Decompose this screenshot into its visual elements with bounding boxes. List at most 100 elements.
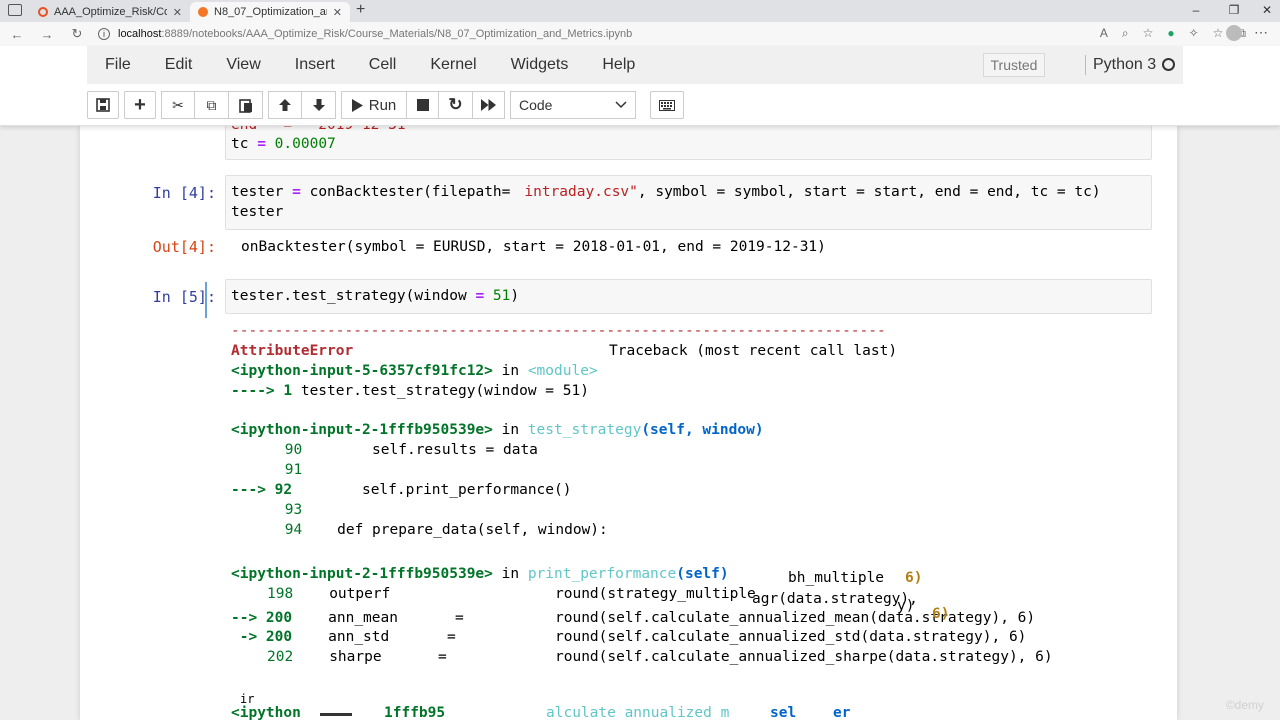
traceback-line: ---> 92 self.print_performance() xyxy=(231,482,571,498)
frame-code: ann_std xyxy=(328,629,390,645)
menu-widgets[interactable]: Widgets xyxy=(494,56,586,74)
cell-4-output: onBacktester(symbol = EURUSD, start = 20… xyxy=(241,239,826,255)
edit-button-group: ✂ ⧉ xyxy=(161,91,263,119)
line-number: 200 xyxy=(265,629,293,645)
traceback-line: 90 self.results = data xyxy=(231,442,538,458)
more-menu-icon[interactable]: ⋯ xyxy=(1254,24,1268,41)
frame-args: er xyxy=(833,705,851,720)
cut-button[interactable]: ✂ xyxy=(161,91,195,119)
browser-tab-course-materials[interactable]: AAA_Optimize_Risk/Course_Mat ✕ xyxy=(30,2,190,22)
line-number: 93 xyxy=(276,502,303,518)
frame-location: <ipython-input-2-1fffb950539e> xyxy=(231,566,493,582)
traceback-code: round(self.calculate_annualized_mean(dat… xyxy=(555,610,1036,626)
new-tab-button[interactable]: + xyxy=(356,1,365,19)
favorite-icon[interactable]: ☆ xyxy=(1143,26,1154,41)
kernel-status-icon xyxy=(1162,58,1175,71)
menu-insert[interactable]: Insert xyxy=(278,56,352,74)
traceback-line: 93 xyxy=(231,502,302,518)
traceback-frame-2: <ipython-input-2-1fffb950539e> in test_s… xyxy=(231,422,764,438)
play-icon xyxy=(351,98,363,112)
tab-actions-icon[interactable] xyxy=(8,4,22,16)
code-line: tc = 0.00007 xyxy=(231,136,336,152)
frame-code: self.print_performance() xyxy=(292,482,572,498)
code-text: tester xyxy=(231,204,284,220)
frame-location: <ipython-input-2-1fffb950539e> xyxy=(231,422,493,438)
frame-function: print_performance xyxy=(527,566,677,582)
traceback-frame-3: <ipython-input-2-1fffb950539e> in print_… xyxy=(231,566,729,582)
move-down-button[interactable] xyxy=(302,91,336,119)
frame-code: self.results = data xyxy=(302,442,538,458)
copy-button[interactable]: ⧉ xyxy=(195,91,229,119)
menu-file[interactable]: File xyxy=(87,56,148,74)
info-icon[interactable]: i xyxy=(98,28,110,40)
cell-selected-marker xyxy=(205,282,207,318)
profile-avatar[interactable] xyxy=(1226,25,1242,41)
overlay-fragment: 6) xyxy=(905,570,923,586)
error-arrow: ---> xyxy=(231,482,275,498)
cell-type-select[interactable]: Code xyxy=(510,91,636,119)
traceback-frame-1: <ipython-input-5-6357cf91fc12> in <modul… xyxy=(231,363,598,379)
close-icon[interactable]: ✕ xyxy=(173,6,182,19)
command-palette-button[interactable] xyxy=(650,91,684,119)
grammarly-icon[interactable]: ● xyxy=(1167,26,1174,41)
save-icon xyxy=(96,98,110,112)
menu-help[interactable]: Help xyxy=(585,56,652,74)
tab-label: N8_07_Optimization_and_Metric xyxy=(214,6,327,18)
chevron-down-icon xyxy=(615,101,627,109)
code-text: , symbol = symbol, start = start, end = … xyxy=(637,184,1101,200)
forward-icon[interactable]: → xyxy=(32,27,62,42)
overlay-fragment: y) xyxy=(897,598,915,614)
notebook-toolbar: + ✂ ⧉ Run ↻ Code xyxy=(87,90,684,120)
back-icon[interactable]: ← xyxy=(2,27,32,42)
close-icon[interactable]: ✕ xyxy=(333,6,342,19)
trusted-indicator[interactable]: Trusted xyxy=(983,53,1045,77)
scissors-icon: ✂ xyxy=(172,96,184,113)
error-arrow: --> xyxy=(231,610,266,626)
browser-tab-notebook[interactable]: N8_07_Optimization_and_Metric ✕ xyxy=(190,2,350,22)
address-bar-actions: A ⌕ ☆ ● ✧ ☆ ⧉ xyxy=(1100,26,1246,41)
insert-cell-button[interactable]: + xyxy=(124,91,156,119)
frame-code: def prepare_data(self, window): xyxy=(302,522,608,538)
favorites-bar-icon[interactable]: ☆ xyxy=(1213,26,1224,41)
stop-icon xyxy=(416,99,429,111)
paste-button[interactable] xyxy=(229,91,263,119)
code-line: tester xyxy=(231,204,283,220)
traceback-separator: ----------------------------------------… xyxy=(231,323,886,339)
read-aloud-icon[interactable]: A xyxy=(1100,26,1108,41)
move-up-button[interactable] xyxy=(268,91,302,119)
menu-cell[interactable]: Cell xyxy=(352,56,414,74)
menu-edit[interactable]: Edit xyxy=(148,56,210,74)
frame-function: alculate_annualized_m xyxy=(546,705,730,720)
interrupt-button[interactable] xyxy=(407,91,439,119)
restart-run-all-button[interactable] xyxy=(473,91,505,119)
input-prompt: In [4]: xyxy=(152,184,216,202)
kernel-name[interactable]: Python 3 xyxy=(1093,56,1156,74)
save-button[interactable] xyxy=(87,91,119,119)
run-button[interactable]: Run xyxy=(341,91,407,119)
reload-icon[interactable]: ↻ xyxy=(62,26,92,42)
line-number: 202 xyxy=(267,649,294,665)
cell-type-value: Code xyxy=(519,97,553,113)
menu-view[interactable]: View xyxy=(209,56,277,74)
minimize-icon[interactable]: – xyxy=(1188,3,1204,17)
extensions-icon[interactable]: ✧ xyxy=(1189,26,1199,41)
line-number: 94 xyxy=(276,522,303,538)
traceback-line: 94 def prepare_data(self, window): xyxy=(231,522,608,538)
maximize-icon[interactable]: ❐ xyxy=(1226,3,1242,17)
code-text: tester.test_strategy(window xyxy=(231,288,476,304)
url-field[interactable]: localhost:8889/notebooks/AAA_Optimize_Ri… xyxy=(118,28,632,40)
traceback-eq: = xyxy=(447,629,456,645)
frame-location: 1fffb95 xyxy=(384,705,446,720)
zoom-icon[interactable]: ⌕ xyxy=(1122,26,1129,41)
keyboard-icon xyxy=(659,99,675,111)
frame-code: outperf xyxy=(329,586,391,602)
restart-button[interactable]: ↻ xyxy=(439,91,473,119)
close-window-icon[interactable]: ✕ xyxy=(1259,3,1275,17)
frame-args: (self) xyxy=(676,566,729,582)
menu-kernel[interactable]: Kernel xyxy=(413,56,493,74)
traceback-eq: = xyxy=(438,649,447,665)
url-host: localhost xyxy=(118,28,162,40)
frame-in: in xyxy=(492,422,528,438)
frame-module: <module> xyxy=(527,363,598,379)
address-bar: ← → ↻ i localhost:8889/notebooks/AAA_Opt… xyxy=(0,22,1280,46)
